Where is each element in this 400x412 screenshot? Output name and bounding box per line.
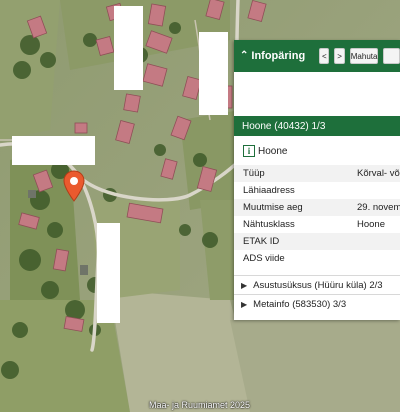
- info-icon: i: [243, 145, 255, 157]
- section-header-metainfo[interactable]: ▶ Metainfo (583530) 3/3: [234, 294, 400, 313]
- attribute-value: 29. novem: [357, 202, 400, 213]
- section-header-building[interactable]: Hoone (40432) 1/3: [234, 116, 400, 136]
- attribute-table: Tüüp Kõrval- võ Lähiaadress Muutmise aeg…: [234, 165, 400, 267]
- previous-button[interactable]: <: [319, 48, 330, 64]
- attribute-key: ETAK ID: [243, 236, 280, 247]
- caret-right-icon: ▶: [241, 299, 248, 309]
- section-label: Metainfo (583530) 3/3: [253, 298, 347, 310]
- attribute-value: Kõrval- võ: [357, 168, 400, 179]
- double-chevron-up-icon: ⌃: [240, 50, 249, 61]
- section-header-settlement[interactable]: ▶ Asustusüksus (Hüüru küla) 2/3: [234, 275, 400, 294]
- attribute-key: Muutmise aeg: [243, 202, 303, 213]
- info-query-panel: ⌃ Infopäring < > Mahuta Hoone (40432) 1/…: [234, 40, 400, 320]
- map-attribution: Maa- ja Ruumiamet 2025: [149, 400, 251, 410]
- panel-title-toggle[interactable]: ⌃ Infopäring: [240, 50, 305, 62]
- attribute-key: Nähtusklass: [243, 219, 295, 230]
- attribute-row: Nähtusklass Hoone: [234, 216, 400, 233]
- attribute-row: Muutmise aeg 29. novem: [234, 199, 400, 216]
- attribute-row: Lähiaadress: [234, 182, 400, 199]
- attribute-row: Tüüp Kõrval- võ: [234, 165, 400, 182]
- caret-right-icon: ▶: [241, 280, 248, 290]
- attribute-key: Tüüp: [243, 168, 265, 179]
- panel-header: ⌃ Infopäring < > Mahuta: [234, 40, 400, 72]
- object-title: i Hoone: [234, 139, 400, 163]
- attribute-key: Lähiaadress: [243, 185, 295, 196]
- attribute-key: ADS viide: [243, 253, 285, 264]
- next-button[interactable]: >: [334, 48, 345, 64]
- panel-title: Infopäring: [251, 50, 306, 62]
- attribute-row: ETAK ID: [234, 233, 400, 250]
- more-button[interactable]: [383, 48, 400, 64]
- attribute-value: Hoone: [357, 219, 385, 230]
- attribute-row: ADS viide: [234, 250, 400, 267]
- object-name: Hoone: [258, 145, 288, 157]
- map-pin-icon[interactable]: [63, 170, 85, 202]
- fit-button[interactable]: Mahuta: [349, 48, 379, 64]
- panel-spacer: [234, 72, 400, 116]
- section-label: Asustusüksus (Hüüru küla) 2/3: [253, 279, 383, 291]
